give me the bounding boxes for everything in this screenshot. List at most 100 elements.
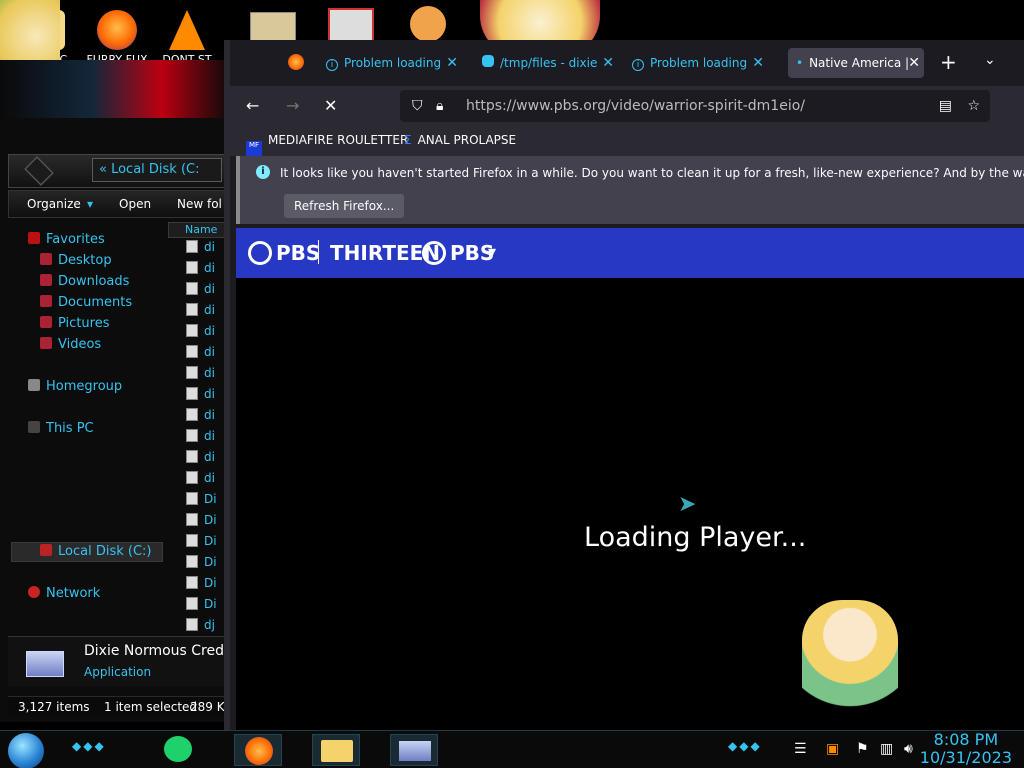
nav-desktop[interactable]: Desktop (40, 253, 112, 268)
file-row[interactable]: di (186, 387, 215, 403)
tab-label: /tmp/files - dixie (500, 56, 598, 70)
nav-downloads[interactable]: Downloads (40, 274, 129, 289)
file-name: di (204, 450, 215, 464)
file-row[interactable]: Di (186, 597, 217, 613)
volume-icon[interactable]: 🔊︎ (904, 741, 913, 757)
taskbar-app-firefox[interactable] (234, 734, 282, 766)
network-icon (28, 586, 40, 598)
nav-documents[interactable]: Documents (40, 295, 132, 310)
nav-local-disk[interactable]: Local Disk (C:) (40, 544, 151, 559)
bookmark-anal-prolapse[interactable]: Σ ANAL PROLAPSE (404, 133, 516, 147)
file-row[interactable]: Di (186, 534, 217, 550)
documents-icon (40, 295, 52, 307)
url-text[interactable]: https://www.pbs.org/video/warrior-spirit… (466, 98, 805, 114)
firefox-icon (97, 10, 137, 50)
taskbar: ◆◆◆ ◆◆◆ ☰ ▣ ⚑ ▥ 🔊︎ 8:08 PM 10/31/2023 (0, 730, 1024, 768)
bookmark-mediafire[interactable]: MF MEDIAFIRE ROULETTER (246, 133, 408, 157)
taskbar-app-notes[interactable] (156, 734, 204, 766)
list-all-tabs-icon[interactable]: ⌄ (984, 52, 996, 68)
file-row[interactable]: di (186, 240, 215, 256)
mediafire-icon: MF (246, 141, 262, 157)
file-row[interactable]: Di (186, 555, 217, 571)
organize-button[interactable]: Organize (27, 197, 81, 211)
nav-label: Documents (58, 295, 133, 310)
close-icon[interactable]: ✕ (602, 48, 614, 78)
nav-pictures[interactable]: Pictures (40, 316, 109, 331)
star-icon (28, 232, 40, 244)
close-icon[interactable]: ✕ (908, 48, 920, 78)
file-row[interactable]: dj (186, 618, 215, 632)
tab-native-america[interactable]: • Native America | ✕ (788, 48, 924, 78)
start-button[interactable] (8, 733, 44, 768)
desktop-icon-app[interactable] (250, 12, 296, 42)
tab-bar: i Problem loading ✕ /tmp/files - dixie ✕ iP… (230, 40, 1024, 86)
lock-icon[interactable]: 🔒︎ (436, 90, 443, 122)
notification-message: It looks like you haven't started Firefo… (280, 166, 1024, 180)
bookmark-star-icon[interactable]: ☆ (967, 90, 980, 122)
file-row[interactable]: di (186, 366, 215, 382)
new-tab-button[interactable]: + (940, 50, 957, 74)
chevron-down-icon[interactable]: ▾ (488, 242, 496, 261)
tab-problem-loading-1[interactable]: i Problem loading ✕ (326, 48, 462, 78)
forward-arrow-icon[interactable]: → (286, 96, 299, 115)
pictures-icon (40, 316, 52, 328)
address-bar[interactable]: « Local Disk (C: (92, 158, 222, 182)
shield-icon[interactable]: ⛉ (412, 90, 423, 122)
explorer-toolbar: Organize ▾ Open New fol (8, 190, 230, 218)
app-tray-icon[interactable]: ▣ (826, 741, 839, 757)
clock-time: 8:08 PM (933, 730, 999, 749)
nav-favorites[interactable]: Favorites (28, 232, 105, 247)
firefox-view-icon[interactable] (288, 54, 304, 70)
nav-this-pc[interactable]: This PC (28, 421, 94, 436)
stop-loading-icon[interactable]: ✕ (324, 96, 337, 115)
close-icon[interactable]: ✕ (446, 48, 458, 78)
pbs-logo-icon[interactable] (248, 241, 272, 265)
file-row[interactable]: di (186, 408, 215, 424)
taskbar-app-explorer[interactable] (312, 734, 360, 766)
tab-tmp-files[interactable]: /tmp/files - dixie ✕ (482, 48, 618, 78)
network-icon[interactable]: ▥ (880, 741, 893, 757)
system-clock[interactable]: 8:08 PM 10/31/2023 (920, 731, 1012, 767)
selection-count: 1 item selected (104, 700, 198, 714)
file-row[interactable]: di (186, 282, 215, 298)
file-list: Name di di di di di di di di di di di di Di Di Di Di Di D… (166, 222, 230, 632)
taskbar-app-application[interactable] (390, 734, 438, 766)
video-player-area[interactable]: ➤ Loading Player... (236, 278, 1024, 730)
file-row[interactable]: di (186, 303, 215, 319)
file-row[interactable]: Di (186, 492, 217, 508)
open-button[interactable]: Open (119, 197, 151, 211)
file-name: di (204, 471, 215, 485)
file-name: Di (204, 597, 217, 611)
file-row[interactable]: Di (186, 513, 217, 529)
tab-problem-loading-2[interactable]: i Problem loading ✕ (632, 48, 768, 78)
file-row[interactable]: Di (186, 576, 217, 592)
pbs-logo-icon-2[interactable] (422, 241, 446, 265)
file-row[interactable]: di (186, 261, 215, 277)
file-name: di (204, 366, 215, 380)
close-icon[interactable]: ✕ (752, 48, 764, 78)
nav-videos[interactable]: Videos (40, 337, 101, 352)
file-name: Di (204, 492, 217, 506)
nav-network[interactable]: Network (28, 586, 100, 601)
url-bar[interactable]: ⛉ 🔒︎ https://www.pbs.org/video/warrior-s… (400, 90, 990, 122)
file-row[interactable]: di (186, 471, 215, 487)
info-icon: i (256, 165, 270, 179)
pbs-brand[interactable]: PBS (276, 241, 320, 265)
show-hidden-icons[interactable]: ☰ (794, 741, 807, 757)
file-row[interactable]: di (186, 345, 215, 361)
file-row[interactable]: di (186, 324, 215, 340)
column-header-name[interactable]: Name (168, 222, 230, 238)
file-row[interactable]: di (186, 450, 215, 466)
refresh-firefox-button[interactable]: Refresh Firefox... (284, 194, 405, 218)
new-folder-button[interactable]: New fol (177, 197, 222, 211)
reader-view-icon[interactable]: ▤ (939, 90, 952, 122)
nav-homegroup[interactable]: Homegroup (28, 379, 122, 394)
back-arrow-icon[interactable]: ← (246, 96, 259, 115)
desktop-icon-furry-fux[interactable]: FURRY FUX (82, 10, 152, 66)
loading-player-text: Loading Player... (584, 522, 807, 553)
desktop-icon-user[interactable] (410, 6, 446, 42)
drive-icon (40, 544, 52, 556)
file-row[interactable]: di (186, 429, 215, 445)
desktop-icon-app2[interactable] (328, 8, 374, 42)
flag-icon[interactable]: ⚑ (856, 741, 869, 757)
